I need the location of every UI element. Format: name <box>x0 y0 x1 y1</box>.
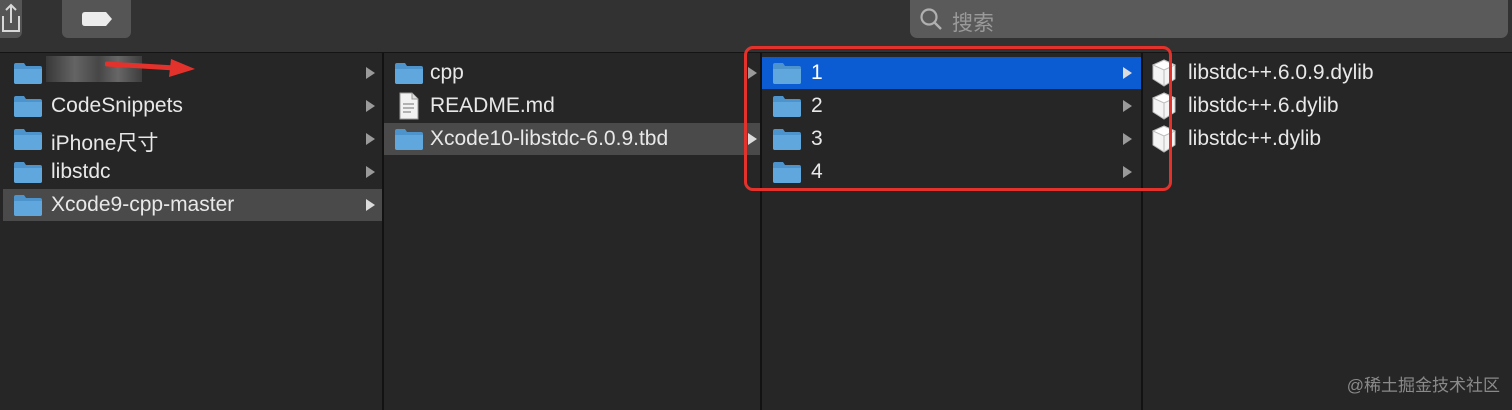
watermark: @稀土掘金技术社区 <box>1346 376 1500 395</box>
browser-column-1[interactable]: CodeSnippets iPhone尺寸 libstdc Xcode9-cpp-ma… <box>3 53 382 410</box>
folder-row[interactable]: Xcode9-cpp-master <box>3 189 382 221</box>
folder-row[interactable]: Xcode10-libstdc-6.0.9.tbd <box>384 123 760 155</box>
file-row[interactable]: libstdc++.6.0.9.dylib <box>1143 57 1512 89</box>
disclosure-arrow-icon[interactable] <box>366 199 375 211</box>
item-label: README.md <box>430 94 555 117</box>
search-placeholder: 搜索 <box>952 12 994 35</box>
folder-icon <box>13 61 43 84</box>
share-button[interactable] <box>0 0 22 38</box>
item-label: Xcode10-libstdc-6.0.9.tbd <box>430 127 669 150</box>
folder-row[interactable]: cpp <box>384 57 760 89</box>
red-arrow-annotation <box>105 59 195 77</box>
item-label: libstdc++.dylib <box>1188 127 1322 150</box>
document-icon <box>398 92 420 125</box>
tag-button[interactable] <box>62 0 131 38</box>
red-highlight-box <box>744 46 1172 191</box>
file-row[interactable]: README.md <box>384 90 760 122</box>
item-label: cpp <box>430 61 464 84</box>
file-row[interactable]: libstdc++.dylib <box>1143 123 1512 155</box>
item-label: iPhone尺寸 <box>51 132 159 155</box>
disclosure-arrow-icon[interactable] <box>366 166 375 178</box>
disclosure-arrow-icon[interactable] <box>366 133 375 145</box>
folder-icon <box>13 127 43 150</box>
item-label: Xcode9-cpp-master <box>51 193 235 216</box>
item-label: libstdc++.6.dylib <box>1188 94 1339 117</box>
share-icon <box>2 3 20 32</box>
browser-column-4[interactable]: libstdc++.6.0.9.dylib libstdc++.6.dylib li… <box>1143 53 1512 410</box>
tag-icon <box>82 12 112 26</box>
folder-icon <box>13 94 43 117</box>
search-field[interactable]: 搜索 <box>910 0 1508 38</box>
folder-row[interactable]: CodeSnippets <box>3 90 382 122</box>
browser-column-2[interactable]: cpp README.md Xcode10-libstdc-6.0.9.tbd <box>384 53 760 410</box>
folder-row[interactable]: libstdc <box>3 156 382 188</box>
folder-row[interactable]: iPhone尺寸 <box>3 123 382 155</box>
file-row[interactable]: libstdc++.6.dylib <box>1143 90 1512 122</box>
item-label: CodeSnippets <box>51 94 183 117</box>
item-label: libstdc <box>51 160 111 183</box>
folder-icon <box>13 193 43 216</box>
folder-icon <box>13 160 43 183</box>
search-icon <box>920 8 942 30</box>
disclosure-arrow-icon[interactable] <box>366 100 375 112</box>
disclosure-arrow-icon[interactable] <box>366 67 375 79</box>
folder-icon <box>394 61 424 84</box>
folder-icon <box>394 127 424 150</box>
item-label: libstdc++.6.0.9.dylib <box>1188 61 1374 84</box>
